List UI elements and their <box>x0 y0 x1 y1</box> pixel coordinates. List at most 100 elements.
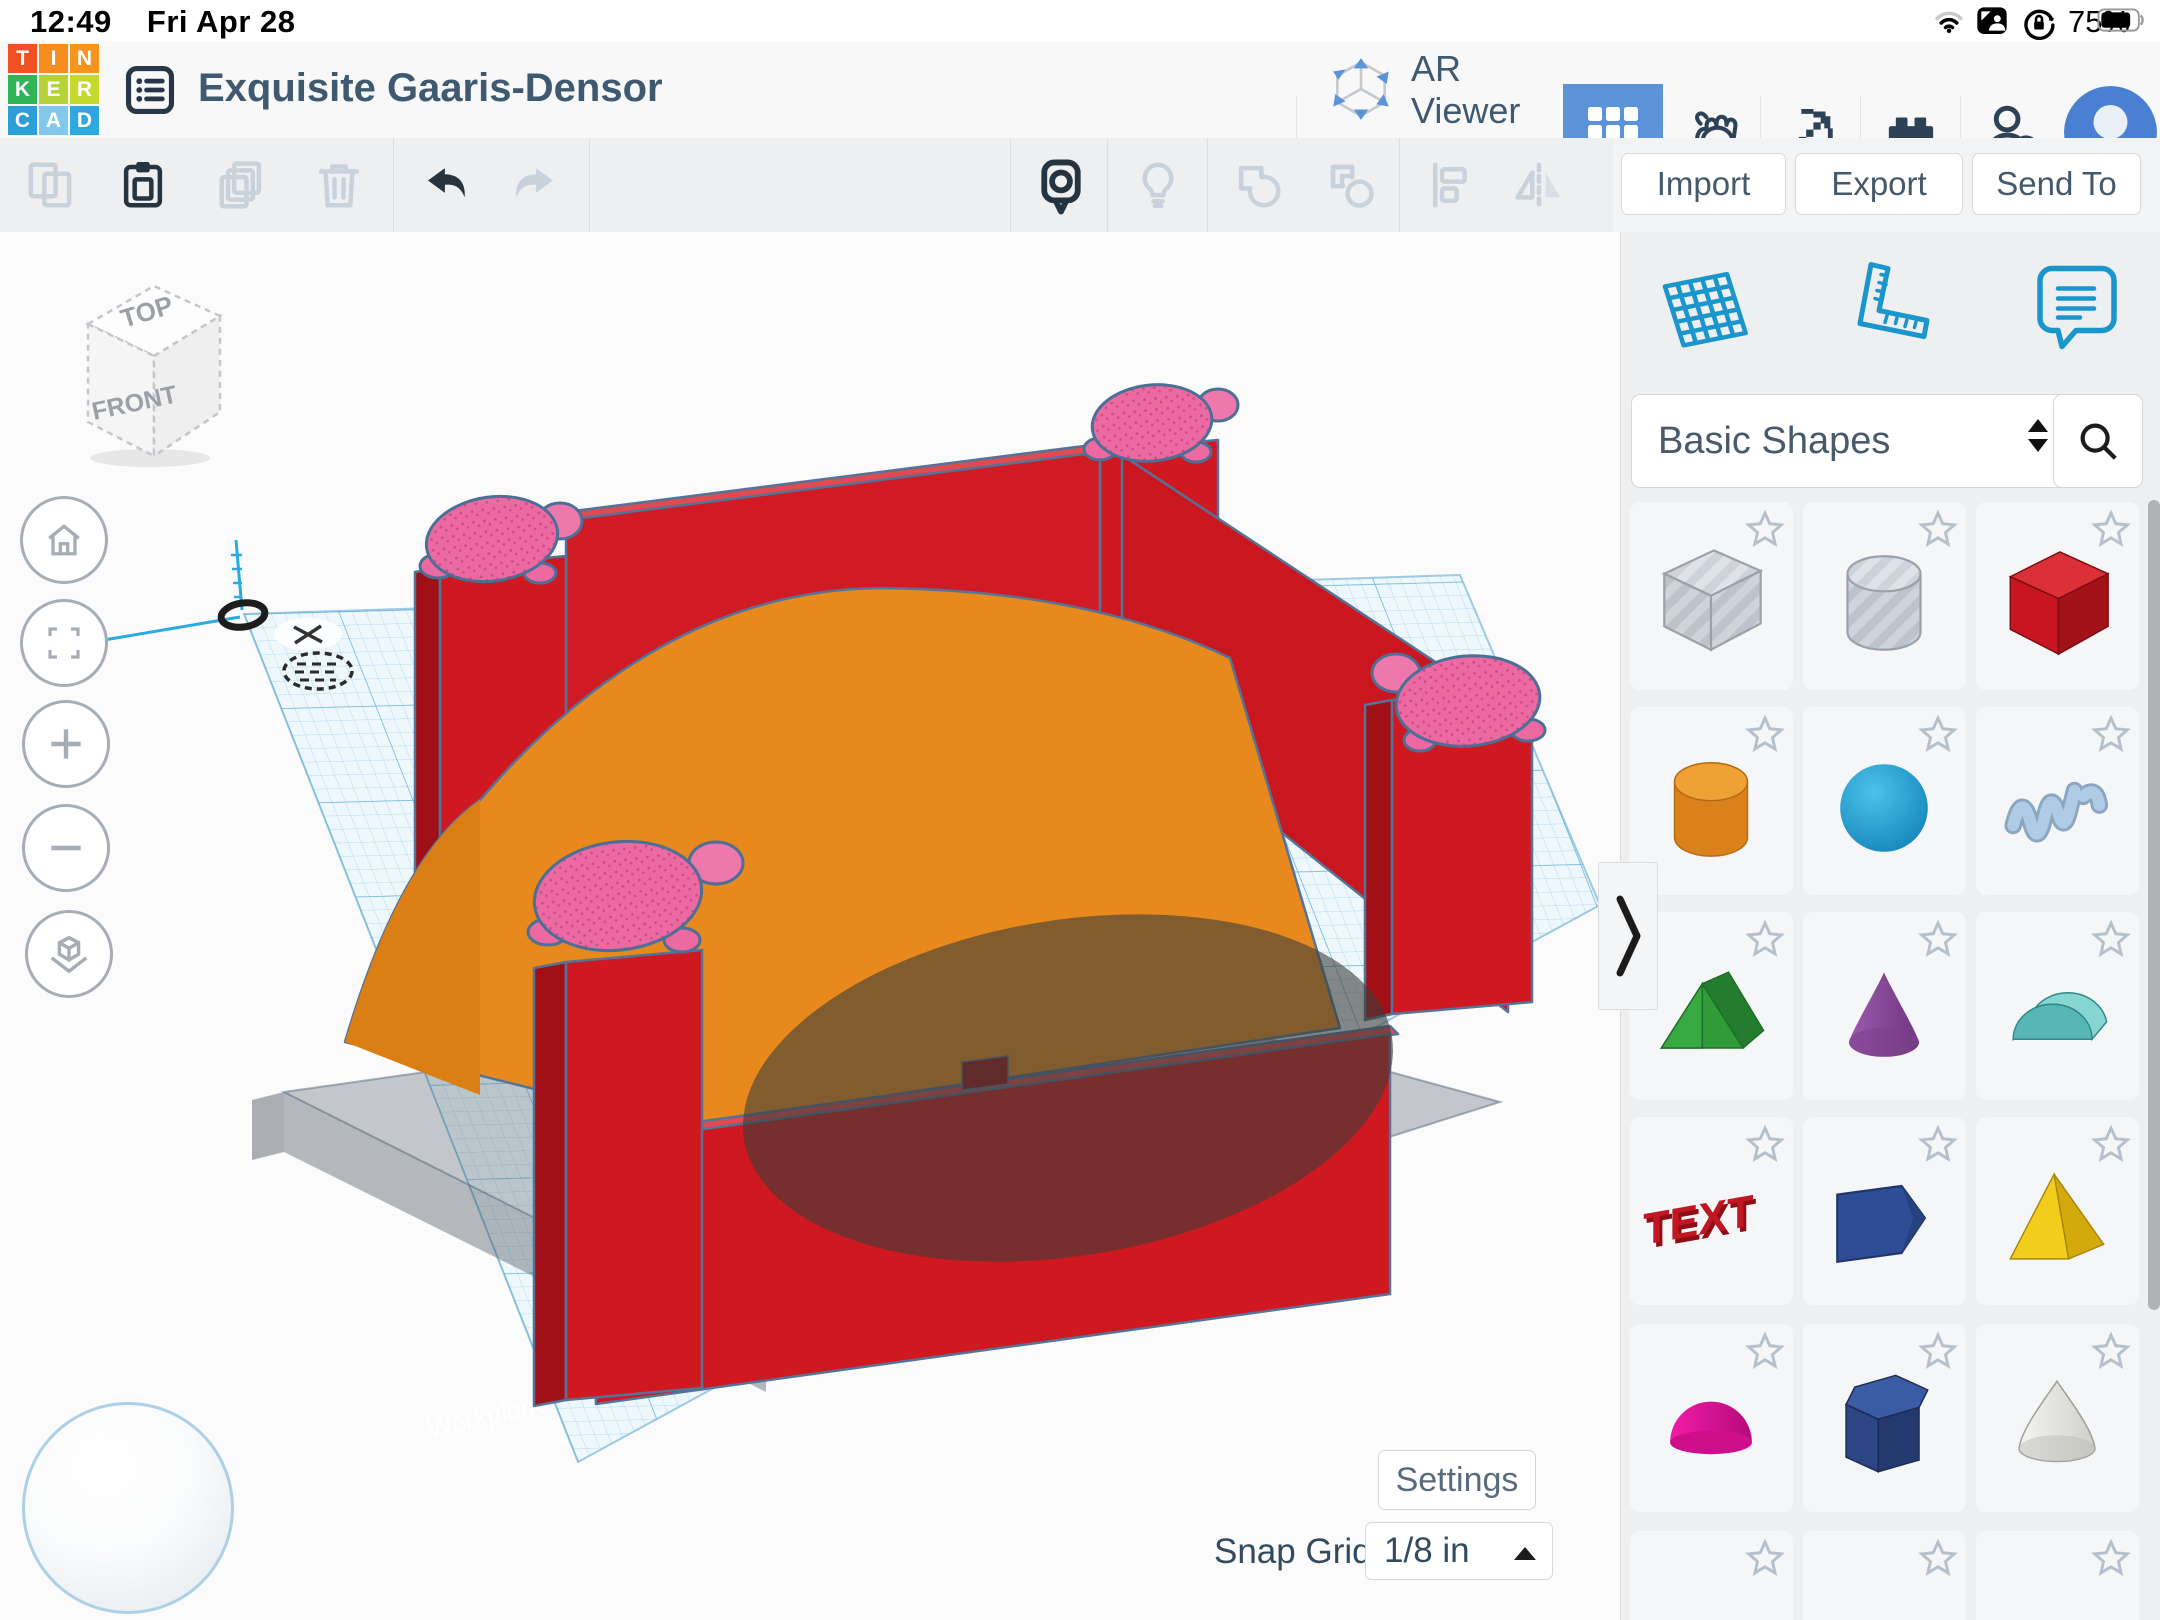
shape-card-paraboloid[interactable] <box>1976 1324 2139 1512</box>
undo-button[interactable] <box>419 158 473 212</box>
screen-mirroring-icon <box>1974 6 2010 36</box>
design-canvas[interactable]: Workplane <box>0 232 1620 1620</box>
logo-tile: I <box>39 44 68 73</box>
duplicate-button[interactable] <box>215 158 269 212</box>
send-to-button[interactable]: Send To <box>1972 153 2141 215</box>
show-all-button[interactable] <box>1034 158 1088 212</box>
rotation-lock-icon <box>2022 6 2056 36</box>
shape-card-half-sphere[interactable] <box>1630 1324 1793 1512</box>
battery-icon <box>2097 6 2147 36</box>
status-bar: 12:49 Fri Apr 28 75% <box>0 0 2160 42</box>
favorite-star-icon[interactable] <box>2089 1330 2133 1374</box>
toolbar-divider <box>1207 138 1208 232</box>
app-header: TINKERCAD Exquisite Gaaris-Densor AR Vie… <box>0 42 2160 139</box>
toolbar-divider <box>393 138 394 232</box>
design-properties-icon[interactable] <box>122 62 178 118</box>
shape-card-tube[interactable] <box>1803 1531 1966 1620</box>
mirror-button[interactable] <box>1512 158 1566 212</box>
group-button[interactable] <box>1231 158 1285 212</box>
zoom-in-button[interactable] <box>22 700 110 788</box>
delete-button[interactable] <box>312 158 366 212</box>
favorite-star-icon[interactable] <box>1916 1330 1960 1374</box>
logo-tile: T <box>8 44 37 73</box>
shape-card-pyramid[interactable] <box>1976 1117 2139 1305</box>
logo-tile: R <box>70 75 99 104</box>
shape-card-hole-cylinder[interactable] <box>1803 502 1966 690</box>
favorite-star-icon[interactable] <box>1743 918 1787 962</box>
shape-card-box[interactable] <box>1976 502 2139 690</box>
shape-card-hole-box[interactable] <box>1630 502 1793 690</box>
settings-button[interactable]: Settings <box>1378 1450 1536 1510</box>
scene-3d[interactable]: Workplane <box>0 232 1620 1620</box>
import-button[interactable]: Import <box>1621 153 1786 215</box>
ruler-tool-icon[interactable] <box>1841 256 1941 364</box>
wifi-icon <box>1930 6 1968 36</box>
design-title[interactable]: Exquisite Gaaris-Densor <box>198 66 663 111</box>
status-time-date: 12:49 Fri Apr 28 <box>30 4 295 40</box>
favorite-star-icon[interactable] <box>1743 508 1787 552</box>
favorite-star-icon[interactable] <box>1916 1537 1960 1581</box>
ungroup-button[interactable] <box>1324 158 1378 212</box>
status-time: 12:49 <box>30 4 112 39</box>
favorite-star-icon[interactable] <box>1743 713 1787 757</box>
select-carets-icon <box>2028 419 2048 452</box>
perspective-toggle-button[interactable] <box>25 910 113 998</box>
favorite-star-icon[interactable] <box>2089 918 2133 962</box>
favorite-star-icon[interactable] <box>2089 1537 2133 1581</box>
zoom-out-button[interactable] <box>22 804 110 892</box>
copy-button[interactable] <box>23 158 77 212</box>
shape-card-sphere[interactable] <box>1803 707 1966 895</box>
edit-toolbar: Import Export Send To <box>0 138 2160 233</box>
favorite-star-icon[interactable] <box>1916 918 1960 962</box>
shape-category-select[interactable]: Basic Shapes <box>1631 394 2071 488</box>
tinkercad-logo[interactable]: TINKERCAD <box>8 44 102 138</box>
shape-card-cone[interactable] <box>1803 912 1966 1100</box>
shape-card-hex-prism[interactable] <box>1803 1324 1966 1512</box>
logo-tile: N <box>70 44 99 73</box>
shape-card-text[interactable]: TEXTTEXT <box>1630 1117 1793 1305</box>
workplane-tool-icon[interactable] <box>1651 256 1751 364</box>
toolbar-divider <box>1399 138 1400 232</box>
search-shapes-button[interactable] <box>2053 394 2143 488</box>
toolbar-divider <box>1010 138 1011 232</box>
view-cube[interactable]: TOP FRONT <box>72 272 222 472</box>
fit-view-button[interactable] <box>20 599 108 687</box>
shape-card-scribble[interactable] <box>1976 707 2139 895</box>
shape-category-value: Basic Shapes <box>1658 420 1890 463</box>
snap-grid-select[interactable]: 1/8 in <box>1365 1522 1553 1580</box>
search-icon <box>2075 418 2121 464</box>
paste-button[interactable] <box>116 158 170 212</box>
front-left-pillar[interactable] <box>566 950 702 1400</box>
chevron-right-icon <box>1610 881 1646 991</box>
favorite-star-icon[interactable] <box>2089 713 2133 757</box>
align-button[interactable] <box>1424 158 1478 212</box>
favorite-star-icon[interactable] <box>1916 508 1960 552</box>
panel-scrollbar[interactable] <box>2148 500 2160 1310</box>
hide-button[interactable] <box>1131 158 1185 212</box>
svg-text:TEXT: TEXT <box>1643 1186 1753 1255</box>
export-button[interactable]: Export <box>1795 153 1963 215</box>
shape-card-heart[interactable] <box>1976 1531 2139 1620</box>
collapse-panel-button[interactable] <box>1598 862 1658 1010</box>
orbit-navigation-ball[interactable] <box>22 1402 234 1614</box>
caret-up-icon <box>1514 1547 1536 1560</box>
snap-grid-label: Snap Grid <box>1214 1532 1372 1572</box>
favorite-star-icon[interactable] <box>2089 508 2133 552</box>
toolbar-divider <box>589 138 590 232</box>
ar-viewer-button[interactable]: AR Viewer <box>1325 54 1555 126</box>
logo-tile: C <box>8 106 37 135</box>
shape-card-round-roof[interactable] <box>1976 912 2139 1100</box>
favorite-star-icon[interactable] <box>1743 1330 1787 1374</box>
shape-card-torus[interactable] <box>1630 1531 1793 1620</box>
favorite-star-icon[interactable] <box>1743 1537 1787 1581</box>
status-date: Fri Apr 28 <box>147 4 296 39</box>
ar-viewer-label: AR Viewer <box>1411 48 1555 132</box>
favorite-star-icon[interactable] <box>1916 1123 1960 1167</box>
favorite-star-icon[interactable] <box>2089 1123 2133 1167</box>
redo-button[interactable] <box>508 158 562 212</box>
home-view-button[interactable] <box>20 496 108 584</box>
shape-card-polygon[interactable] <box>1803 1117 1966 1305</box>
favorite-star-icon[interactable] <box>1743 1123 1787 1167</box>
favorite-star-icon[interactable] <box>1916 713 1960 757</box>
notes-tool-icon[interactable] <box>2026 256 2126 364</box>
